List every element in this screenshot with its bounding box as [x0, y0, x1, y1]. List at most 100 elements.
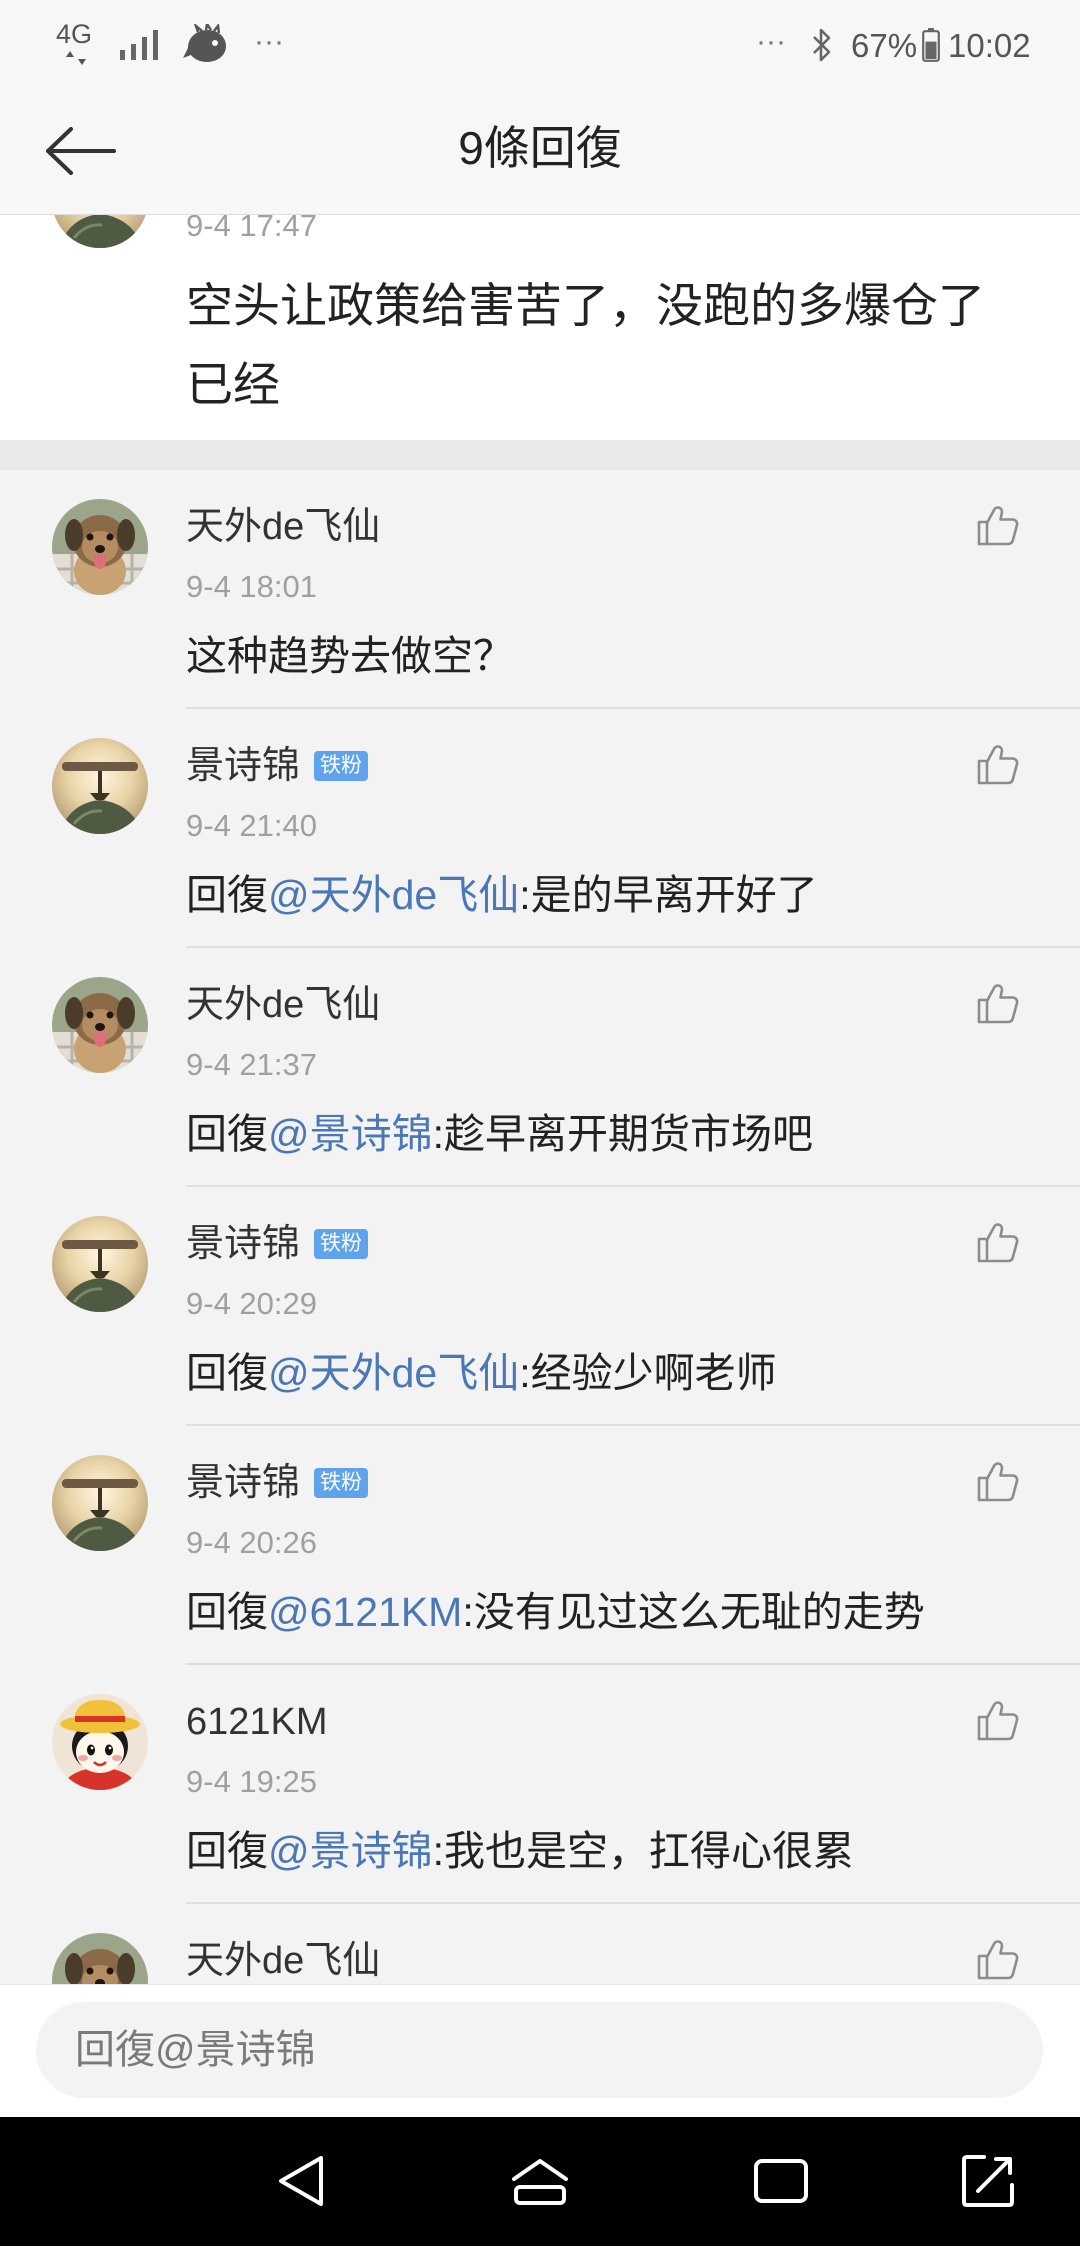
page-title: 9條回復 [458, 122, 622, 174]
network-arrows-icon [66, 51, 86, 65]
reply-bar [0, 1984, 1080, 2117]
like-icon[interactable] [973, 740, 1021, 788]
like-icon[interactable] [973, 1457, 1021, 1505]
reply-item[interactable]: 天外de飞仙 9-4 18:01 这种趋势去做空？ [0, 470, 1080, 709]
author-line: 天外de飞仙 [186, 981, 380, 1029]
lamp-photo-avatar-icon [52, 1216, 148, 1312]
reply-time: 9-4 21:37 [186, 1047, 317, 1082]
reply-text: 回復@天外de飞仙:经验少啊老师 [186, 1347, 777, 1399]
reply-input[interactable] [36, 2002, 1043, 2098]
overflow-indicator: ··· [254, 25, 284, 58]
section-separator [0, 440, 1080, 470]
reply-list[interactable]: 9-4 17:47 空头让政策给害苦了，没跑的多爆仓了已经 天外de飞仙 9-4… [0, 215, 1080, 1984]
author-name[interactable]: 天外de飞仙 [186, 1937, 380, 1984]
avatar[interactable] [52, 738, 148, 834]
reply-time: 9-4 18:01 [186, 569, 317, 604]
avatar[interactable] [52, 1216, 148, 1312]
reply-body: :没有见过这么无耻的走势 [462, 1589, 925, 1635]
clock: 10:02 [948, 27, 1031, 64]
author-name[interactable]: 6121KM [186, 1698, 328, 1746]
reply-body: :是的早离开好了 [519, 872, 818, 918]
fan-badge: 铁粉 [314, 1468, 369, 1498]
reply-prefix: 回復 [186, 1589, 268, 1635]
reply-body: :经验少啊老师 [519, 1350, 777, 1396]
reply-prefix: 回復 [186, 1111, 268, 1157]
author-line: 景诗锦 铁粉 [186, 1459, 369, 1507]
system-nav-bar [0, 2117, 1080, 2246]
reply-body: 这种趋势去做空？ [186, 633, 514, 679]
app-notification-icon [183, 24, 226, 62]
author-name[interactable]: 天外de飞仙 [186, 981, 380, 1029]
like-icon[interactable] [973, 1696, 1021, 1744]
author-name[interactable]: 景诗锦 [186, 1459, 300, 1507]
overflow-indicator: ··· [756, 25, 786, 58]
author-line: 天外de飞仙 [186, 1937, 380, 1984]
reply-item[interactable]: 景诗锦 铁粉 9-4 20:29 回復@天外de飞仙:经验少啊老师 [0, 1187, 1080, 1426]
reply-prefix: 回復 [186, 1828, 268, 1874]
reply-time: 9-4 21:40 [186, 808, 317, 843]
bluetooth-icon [813, 28, 831, 62]
nav-home-icon[interactable] [492, 2133, 588, 2229]
avatar[interactable] [52, 977, 148, 1073]
reply-item[interactable]: 天外de飞仙 9-4 21:37 回復@景诗锦:趁早离开期货市场吧 [0, 948, 1080, 1187]
like-icon[interactable] [973, 1935, 1021, 1983]
fan-badge: 铁粉 [314, 1229, 369, 1259]
mention-link[interactable]: @6121KM [268, 1589, 462, 1635]
avatar[interactable] [52, 215, 148, 248]
reply-text: 回復@景诗锦:我也是空，扛得心很累 [186, 1825, 854, 1877]
reply-time: 9-4 20:29 [186, 1286, 317, 1321]
reply-time: 9-4 19:25 [186, 1764, 317, 1799]
comment-text: 空头让政策给害苦了，没跑的多爆仓了已经 [186, 279, 985, 411]
author-line: 景诗锦 铁粉 [186, 742, 369, 790]
nav-back-icon[interactable] [253, 2133, 349, 2229]
reply-prefix: 回復 [186, 1350, 268, 1396]
cartoon-avatar-icon [52, 1694, 148, 1790]
battery-percent: 67% [851, 27, 918, 64]
lamp-photo-avatar-icon [52, 215, 148, 248]
battery-fill [925, 41, 937, 59]
header: 9條回復 [0, 88, 1080, 215]
mention-link[interactable]: @景诗锦 [268, 1111, 433, 1157]
author-name[interactable]: 景诗锦 [186, 1220, 300, 1268]
reply-body: :趁早离开期货市场吧 [432, 1111, 814, 1157]
nav-recents-icon[interactable] [733, 2133, 829, 2229]
network-type: 4G [56, 19, 93, 49]
author-name[interactable]: 景诗锦 [186, 742, 300, 790]
reply-item[interactable]: 景诗锦 铁粉 9-4 21:40 回復@天外de飞仙:是的早离开好了 [0, 709, 1080, 948]
reply-prefix: 回復 [186, 872, 268, 918]
dog-photo-avatar-icon [52, 977, 148, 1073]
reply-item[interactable]: 天外de飞仙 [0, 1904, 1080, 1984]
dog-photo-avatar-icon [52, 1933, 148, 1984]
mention-link[interactable]: @天外de飞仙 [268, 872, 519, 918]
root-comment[interactable]: 9-4 17:47 空头让政策给害苦了，没跑的多爆仓了已经 [0, 215, 1080, 440]
signal-strength-icon [120, 30, 158, 60]
mention-link[interactable]: @景诗锦 [268, 1828, 433, 1874]
like-icon[interactable] [973, 979, 1021, 1027]
reply-text: 回復@天外de飞仙:是的早离开好了 [186, 869, 818, 921]
like-icon[interactable] [973, 1218, 1021, 1266]
avatar[interactable] [52, 1455, 148, 1551]
status-bar: 4G ··· ··· 67% 10:02 [0, 0, 1080, 88]
reply-text: 回復@6121KM:没有见过这么无耻的走势 [186, 1586, 925, 1638]
reply-body: :我也是空，扛得心很累 [432, 1828, 855, 1874]
mention-link[interactable]: @天外de飞仙 [268, 1350, 519, 1396]
author-name[interactable]: 天外de飞仙 [186, 503, 380, 551]
fan-badge: 铁粉 [314, 751, 369, 781]
reply-text: 这种趋势去做空？ [186, 630, 514, 682]
battery-icon [922, 28, 940, 62]
lamp-photo-avatar-icon [52, 738, 148, 834]
avatar[interactable] [52, 1694, 148, 1790]
avatar[interactable] [52, 499, 148, 595]
avatar[interactable] [52, 1933, 148, 1984]
dog-photo-avatar-icon [52, 499, 148, 595]
reply-time: 9-4 20:26 [186, 1525, 317, 1560]
lamp-photo-avatar-icon [52, 1455, 148, 1551]
nav-expand-icon[interactable] [940, 2133, 1036, 2229]
author-line: 景诗锦 铁粉 [186, 1220, 369, 1268]
like-icon[interactable] [973, 501, 1021, 549]
reply-item[interactable]: 6121KM 9-4 19:25 回復@景诗锦:我也是空，扛得心很累 [0, 1665, 1080, 1904]
author-line: 天外de飞仙 [186, 503, 380, 551]
reply-item[interactable]: 景诗锦 铁粉 9-4 20:26 回復@6121KM:没有见过这么无耻的走势 [0, 1426, 1080, 1665]
reply-text: 回復@景诗锦:趁早离开期货市场吧 [186, 1108, 813, 1160]
comment-time: 9-4 17:47 [186, 215, 317, 243]
